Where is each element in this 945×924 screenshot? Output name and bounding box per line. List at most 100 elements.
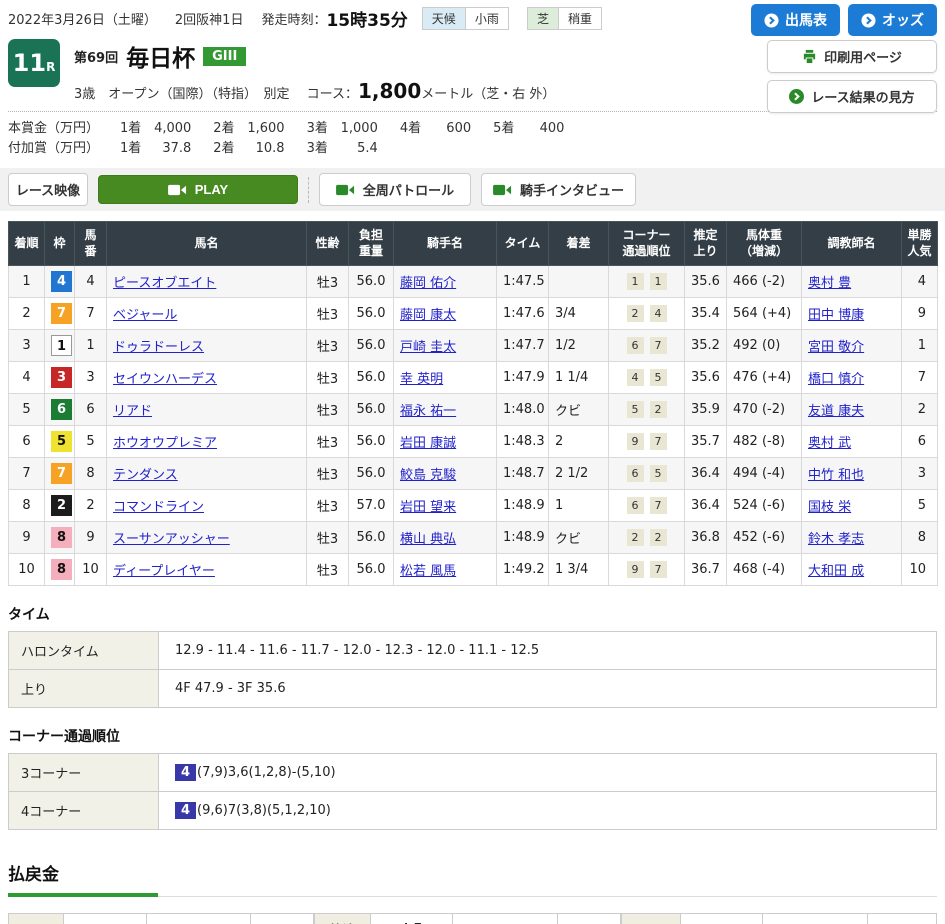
prize-item: 1着37.8 xyxy=(120,141,213,156)
payout-table-exotics: 馬連 4-7 25,370円 33番人気 馬単 4-7 36,430円 56番人… xyxy=(621,913,937,924)
horse-link[interactable]: スーサンアッシャー xyxy=(113,532,230,547)
trainer-link[interactable]: 宮田 敬介 xyxy=(808,340,864,355)
jockey-link[interactable]: 鮫島 克駿 xyxy=(400,468,456,483)
margin-cell: 2 xyxy=(549,426,609,458)
result-row: 9 8 9 スーサンアッシャー 牡3 56.0 横山 典弘 1:48.9 クビ … xyxy=(9,522,938,554)
trainer-link[interactable]: 友道 康夫 xyxy=(808,404,864,419)
badge-value: 小雨 xyxy=(465,8,508,29)
time-row-value: 4F 47.9 - 3F 35.6 xyxy=(159,670,937,708)
conditions-text: 3歳 オープン（国際）（特指） 別定 xyxy=(74,87,290,102)
main-prize-label: 本賞金（万円） xyxy=(8,119,120,139)
wakuren-label: 枠連 xyxy=(315,914,370,924)
trainer-link[interactable]: 大和田 成 xyxy=(808,564,864,579)
column-header: タイム xyxy=(497,222,549,266)
umaren-row: 馬連 4-7 25,370円 33番人気 xyxy=(621,914,936,924)
badge-key: 天候 xyxy=(423,8,465,29)
guide-button[interactable]: レース結果の見方 xyxy=(767,80,937,113)
horse-link[interactable]: ドゥラドーレス xyxy=(113,340,204,355)
column-header: 騎手名 xyxy=(394,222,497,266)
race-video-button[interactable]: レース映像 xyxy=(8,173,88,206)
popularity: 3 xyxy=(902,458,938,490)
shutsuba-button[interactable]: 出馬表 xyxy=(751,4,840,36)
waku-cell: 8 xyxy=(45,554,75,586)
jockey-link[interactable]: 岩田 望来 xyxy=(400,500,456,515)
finish-position: 9 xyxy=(9,522,45,554)
video-bar: レース映像 PLAY 全周パトロール 騎手インタビュー xyxy=(0,168,945,211)
jockey-cell: 岩田 望来 xyxy=(394,490,497,522)
trainer-link[interactable]: 橋口 慎介 xyxy=(808,372,864,387)
condition-badge: 芝 稍重 xyxy=(527,7,602,30)
trainer-link[interactable]: 中竹 和也 xyxy=(808,468,864,483)
trainer-cell: 奥村 武 xyxy=(802,426,902,458)
horse-name-cell: テンダンス xyxy=(107,458,307,490)
jockey-cell: 福永 祐一 xyxy=(394,394,497,426)
carried-weight: 56.0 xyxy=(349,330,394,362)
horse-link[interactable]: ホウオウプレミア xyxy=(113,436,217,451)
margin-cell xyxy=(549,266,609,298)
play-button[interactable]: PLAY xyxy=(98,175,298,204)
trainer-link[interactable]: 奥村 武 xyxy=(808,436,851,451)
finish-position: 5 xyxy=(9,394,45,426)
jockey-link[interactable]: 松若 風馬 xyxy=(400,564,456,579)
payout-title: 払戻金 xyxy=(8,860,937,885)
page-header: 2022年3月26日（土曜） 2回阪神1日 発走時刻： 15時35分 天候 小雨… xyxy=(0,0,945,103)
corner-order-cell: 24 xyxy=(609,298,685,330)
jockey-link[interactable]: 横山 典弘 xyxy=(400,532,456,547)
waku-cell: 4 xyxy=(45,266,75,298)
corner-order-cell: 11 xyxy=(609,266,685,298)
corner4-position: 7 xyxy=(650,433,667,450)
horse-link[interactable]: テンダンス xyxy=(113,468,178,483)
corner3-position: 6 xyxy=(627,337,644,354)
time-section-title: タイム xyxy=(8,604,937,624)
trainer-link[interactable]: 国枝 栄 xyxy=(808,500,851,515)
prize-item: 3着1,000 xyxy=(307,121,400,136)
passing-order: (7,9)3,6(1,2,8)-(5,10) xyxy=(197,765,336,780)
jockey-link[interactable]: 岩田 康誠 xyxy=(400,436,456,451)
start-time-label: 発走時刻： xyxy=(261,9,326,28)
corner-order-cell: 52 xyxy=(609,394,685,426)
popularity: 1 xyxy=(902,330,938,362)
interview-label: 騎手インタビュー xyxy=(520,180,624,199)
jockey-link[interactable]: 幸 英明 xyxy=(400,372,443,387)
odds-button[interactable]: オッズ xyxy=(848,4,937,36)
horse-link[interactable]: ピースオブエイト xyxy=(113,276,216,291)
odds-label: オッズ xyxy=(882,10,924,30)
column-header: 馬体重 （増減） xyxy=(727,222,802,266)
print-button[interactable]: 印刷用ページ xyxy=(767,40,937,73)
sex-age: 牡3 xyxy=(307,522,349,554)
jockey-cell: 幸 英明 xyxy=(394,362,497,394)
horse-weight: 482 (-8) xyxy=(727,426,802,458)
horse-link[interactable]: ベジャール xyxy=(113,308,177,323)
finish-position: 4 xyxy=(9,362,45,394)
trainer-link[interactable]: 奥村 豊 xyxy=(808,276,851,291)
jockey-link[interactable]: 藤岡 佑介 xyxy=(400,276,456,291)
waku-cell: 1 xyxy=(45,330,75,362)
sex-age: 牡3 xyxy=(307,458,349,490)
corner-order-cell: 22 xyxy=(609,522,685,554)
horse-link[interactable]: セイウンハーデス xyxy=(113,372,217,387)
result-row: 7 7 8 テンダンス 牡3 56.0 鮫島 克駿 1:48.7 2 1/2 6… xyxy=(9,458,938,490)
last-3f: 35.9 xyxy=(685,394,727,426)
race-result-page: 2022年3月26日（土曜） 2回阪神1日 発走時刻： 15時35分 天候 小雨… xyxy=(0,0,945,924)
jockey-link[interactable]: 戸崎 圭太 xyxy=(400,340,456,355)
jockey-link[interactable]: 福永 祐一 xyxy=(400,404,456,419)
corner3-position: 9 xyxy=(627,561,644,578)
time-row-label: 上り xyxy=(9,670,159,708)
horse-weight: 492 (0) xyxy=(727,330,802,362)
jockey-link[interactable]: 藤岡 康太 xyxy=(400,308,456,323)
patrol-video-button[interactable]: 全周パトロール xyxy=(319,173,471,206)
last-3f: 36.7 xyxy=(685,554,727,586)
trainer-link[interactable]: 鈴木 孝志 xyxy=(808,532,864,547)
corner3-position: 5 xyxy=(627,401,644,418)
trainer-link[interactable]: 田中 博康 xyxy=(808,308,864,323)
carried-weight: 56.0 xyxy=(349,362,394,394)
waku-badge: 3 xyxy=(51,367,72,388)
interview-video-button[interactable]: 騎手インタビュー xyxy=(481,173,636,206)
header-buttons: 出馬表 オッズ xyxy=(751,4,937,36)
horse-link[interactable]: ディープレイヤー xyxy=(113,564,215,579)
additional-prize-row: 付加賞（万円） 1着37.82着10.83着5.4 xyxy=(8,139,937,159)
tansho-amount: 650円 xyxy=(146,914,251,924)
wakuren-amount: 1,550円 xyxy=(453,914,558,924)
horse-link[interactable]: コマンドライン xyxy=(113,500,204,515)
horse-link[interactable]: リアド xyxy=(113,404,152,419)
